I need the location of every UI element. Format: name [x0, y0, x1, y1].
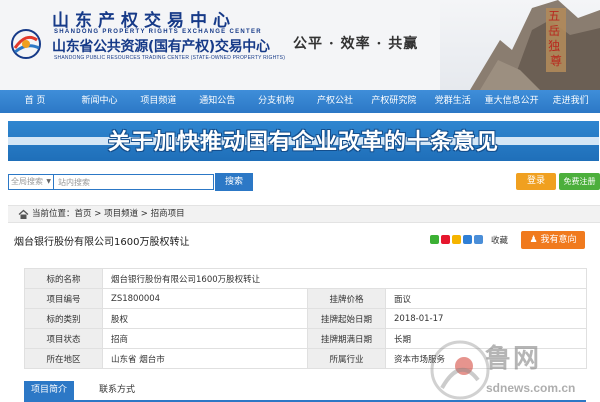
table-row: 标的类别 股权 挂牌起始日期 2018-01-17 — [24, 308, 588, 329]
table-value: 2018-01-17 — [384, 308, 588, 329]
nav-item-news[interactable]: 新闻中心 — [70, 90, 129, 113]
logo-title[interactable]: 山东产权交易中心 — [52, 6, 236, 31]
breadcrumb-prefix: 当前位置： — [32, 209, 75, 219]
search-scope-label: 全局搜索 — [11, 177, 43, 186]
tencent-icon[interactable] — [474, 235, 483, 244]
qzone-icon[interactable] — [452, 235, 461, 244]
table-row: 标的名称 烟台银行股份有限公司1600万股权转让 — [24, 268, 588, 289]
intent-button[interactable]: ♟ 我有意向 — [521, 231, 585, 249]
search-button[interactable]: 搜索 — [215, 173, 253, 191]
table-label: 项目状态 — [24, 328, 103, 349]
login-button[interactable]: 登录 — [516, 173, 556, 190]
nav-item-institute[interactable]: 产权研究院 — [364, 90, 423, 113]
breadcrumb-separator: > — [91, 209, 105, 219]
watermark-text: 鲁网 — [485, 344, 542, 374]
table-label: 挂牌期满日期 — [307, 328, 386, 349]
watermark-url: sdnews.com.cn — [486, 381, 576, 395]
table-value: 招商 — [102, 328, 308, 349]
weibo-icon[interactable] — [441, 235, 450, 244]
tab-contact[interactable]: 联系方式 — [92, 381, 142, 400]
header-slogan: 公平 · 效率 · 共赢 — [293, 36, 419, 52]
logo-subtitle-en: SHANDONG PROPERTY RIGHTS EXCHANGE CENTER — [54, 29, 262, 35]
register-button[interactable]: 免费注册 — [559, 173, 600, 190]
table-row: 项目编号 ZS1800004 挂牌价格 面议 — [24, 288, 588, 309]
nav-item-commune[interactable]: 产权公社 — [306, 90, 365, 113]
breadcrumb: 当前位置：首页 > 项目频道 > 招商项目 — [8, 205, 600, 223]
renren-icon[interactable] — [463, 235, 472, 244]
table-label: 项目编号 — [24, 288, 103, 309]
promo-banner[interactable]: 关于加快推动国有企业改革的十条意见 — [8, 121, 599, 161]
logo-subtitle: 山东省公共资源(国有产权)交易中心 — [52, 39, 270, 55]
breadcrumb-separator: > — [138, 209, 151, 219]
chevron-down-icon: ▼ — [46, 178, 51, 185]
table-label: 标的名称 — [24, 268, 103, 289]
main-nav: 首 页 新闻中心 项目频道 通知公告 分支机构 产权公社 产权研究院 党群生活 … — [0, 90, 600, 113]
mountain-inscription: 五 岳 独 尊 — [548, 9, 564, 68]
nav-item-branches[interactable]: 分支机构 — [247, 90, 306, 113]
table-value: ZS1800004 — [102, 288, 308, 309]
nav-item-home[interactable]: 首 页 — [0, 90, 70, 113]
nav-item-notices[interactable]: 通知公告 — [188, 90, 247, 113]
home-icon — [18, 209, 29, 219]
user-icon: ♟ — [529, 235, 541, 245]
tab-project-intro[interactable]: 项目简介 — [24, 381, 74, 400]
search-scope-select[interactable]: 全局搜索 ▼ — [8, 174, 54, 190]
table-label: 挂牌起始日期 — [307, 308, 386, 329]
breadcrumb-home[interactable]: 首页 — [75, 209, 92, 219]
nav-item-about[interactable]: 走进我们 — [541, 90, 600, 113]
site-header: 山东产权交易中心 SHANDONG PROPERTY RIGHTS EXCHAN… — [0, 0, 600, 90]
logo-subtitle-small-en: SHANDONG PUBLIC RESOURCES TRADING CENTER… — [54, 55, 286, 61]
nav-item-disclosure[interactable]: 重大信息公开 — [482, 90, 541, 113]
table-label: 所在地区 — [24, 348, 103, 369]
table-value: 股权 — [102, 308, 308, 329]
nav-item-party-life[interactable]: 党群生活 — [423, 90, 482, 113]
table-label: 标的类别 — [24, 308, 103, 329]
mount-tai-illustration: 五 岳 独 尊 — [440, 0, 600, 90]
table-value: 烟台银行股份有限公司1600万股权转让 — [101, 268, 588, 289]
table-label: 挂牌价格 — [307, 288, 386, 309]
logo-emblem-icon[interactable] — [7, 28, 45, 60]
wechat-icon[interactable] — [430, 235, 439, 244]
banner-title: 关于加快推动国有企业改革的十条意见 — [107, 130, 499, 155]
search-input[interactable] — [54, 174, 214, 190]
table-label: 所属行业 — [307, 348, 386, 369]
breadcrumb-current[interactable]: 招商项目 — [151, 209, 185, 219]
page-title: 烟台银行股份有限公司1600万股权转让 — [14, 237, 190, 248]
nav-item-projects[interactable]: 项目频道 — [129, 90, 188, 113]
table-value: 面议 — [384, 288, 588, 309]
table-value: 山东省 烟台市 — [102, 348, 308, 369]
intent-button-label: 我有意向 — [540, 235, 577, 245]
collect-link[interactable]: 收藏 — [491, 234, 508, 246]
share-icons — [430, 235, 483, 244]
breadcrumb-projects[interactable]: 项目频道 — [104, 209, 138, 219]
